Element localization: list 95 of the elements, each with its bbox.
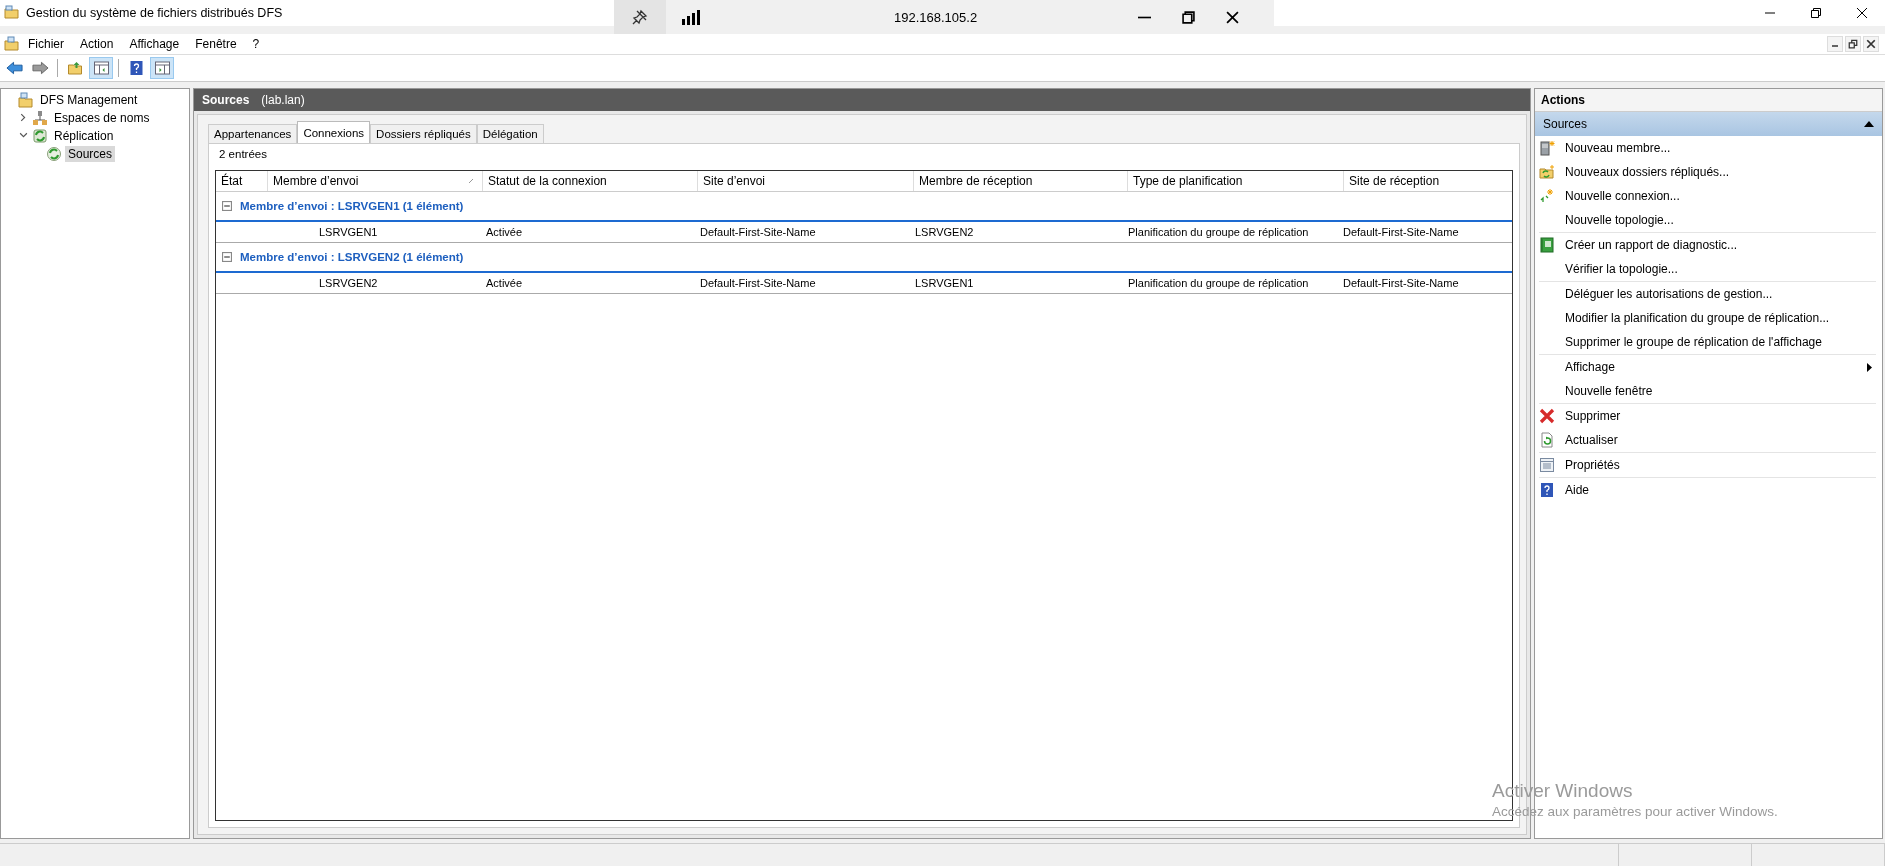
action-link[interactable]: Nouvelle fenêtre [1565,384,1653,398]
close-icon [1857,8,1867,18]
help-icon [1539,482,1555,498]
action-link[interactable]: Nouveaux dossiers répliqués... [1565,165,1730,179]
table-cell: Planification du groupe de réplication [1128,226,1309,238]
connection-star-icon [1539,188,1555,204]
column-header[interactable]: Statut de la connexion [483,171,698,191]
action-link[interactable]: Affichage [1565,360,1615,374]
pin-button[interactable] [614,0,666,34]
action-link[interactable]: Aide [1565,483,1590,497]
sync-circle-icon [46,146,62,162]
table-cell: Default-First-Site-Name [700,277,816,289]
entry-count: 2 entrées [218,148,268,162]
action-link[interactable]: Actualiser [1565,433,1618,447]
table-cell: Default-First-Site-Name [1343,277,1459,289]
tab[interactable]: Délégation [476,124,544,143]
restore-icon [1811,8,1821,18]
show-hide-action-pane-button[interactable] [150,57,174,79]
pin-icon [632,9,648,25]
delete-icon [1539,408,1555,424]
restore-button[interactable] [1845,36,1861,52]
collapse-icon[interactable] [222,252,232,262]
column-header[interactable]: Site d’envoi [698,171,914,191]
action-link[interactable]: Nouvelle connexion... [1565,189,1680,203]
collapse-icon [1864,121,1874,127]
menu-item[interactable]: Fichier [20,37,72,51]
menu-item[interactable]: Fenêtre [187,37,245,51]
action-link[interactable]: Vérifier la topologie... [1565,262,1678,276]
report-book-icon [1539,237,1555,253]
forward-arrow-icon [31,60,49,76]
action-link[interactable]: Créer un rapport de diagnostic... [1565,238,1738,252]
restore-icon [1181,10,1195,24]
group-header[interactable]: Membre d’envoi : LSRVGEN1 (1 élément) [240,200,464,212]
tab[interactable]: Appartenances [208,124,298,143]
server-tree-icon [32,110,48,126]
pane-title: Sources [202,93,250,107]
expand-icon[interactable] [19,113,28,122]
tree-item[interactable]: DFS Management [37,92,141,108]
table-cell: Activée [486,277,523,289]
collapse-icon[interactable] [19,131,28,140]
back-arrow-icon [5,60,23,76]
column-header[interactable]: Membre d’envoi [268,171,483,191]
folder-sync-icon [1539,164,1555,180]
tree-item[interactable]: Réplication [51,128,117,144]
table-cell: LSRVGEN2 [915,226,974,238]
column-header[interactable]: Type de planification [1128,171,1344,191]
table-cell: Default-First-Site-Name [700,226,816,238]
menu-item[interactable]: Affichage [121,37,188,51]
actions-section-header[interactable]: Sources [1535,112,1882,136]
minimize-icon [1832,45,1838,47]
close-icon [1866,39,1876,49]
restore-icon [1848,39,1858,49]
table-cell: LSRVGEN1 [915,277,974,289]
menu-item[interactable]: ? [244,37,268,51]
folder-up-icon [66,60,84,76]
pane-icon [153,60,171,76]
tab[interactable]: Dossiers répliqués [370,124,477,143]
column-header[interactable]: Site de réception [1344,171,1512,191]
action-link[interactable]: Supprimer le groupe de réplication de l'affichage [1565,335,1822,349]
refresh-icon [1539,432,1555,448]
pane-subtitle: (lab.lan) [261,93,305,107]
close-icon [1225,10,1239,24]
group-header[interactable]: Membre d’envoi : LSRVGEN2 (1 élément) [240,251,464,263]
minimize-button[interactable] [1827,36,1843,52]
close-button[interactable] [1863,36,1879,52]
action-link[interactable]: Déléguer les autorisations de gestion... [1565,287,1773,301]
actions-title: Actions [1535,89,1882,112]
table-cell: Default-First-Site-Name [1343,226,1459,238]
remote-address: 192.168.105.2 [894,9,978,25]
action-link[interactable]: Modifier la planification du groupe de réplication... [1565,311,1830,325]
action-link[interactable]: Nouveau membre... [1565,141,1671,155]
app-icon [4,36,20,52]
signal-icon [680,9,702,25]
column-header[interactable]: Membre de réception [914,171,1128,191]
window-title: Gestion du système de fichiers distribués DFS [26,6,283,20]
tab[interactable]: Connexions [297,121,371,143]
tree-item[interactable]: Sources [65,146,116,162]
server-icon [1539,140,1555,156]
folder-tree-icon [4,5,20,21]
column-header[interactable]: État [216,171,268,191]
action-link[interactable]: Propriétés [1565,458,1620,472]
action-link[interactable]: Supprimer [1565,409,1621,423]
menu-item[interactable]: Action [72,37,122,51]
table-cell: LSRVGEN1 [319,226,378,238]
properties-icon [1539,457,1555,473]
table-cell: Activée [486,226,523,238]
tree-item[interactable]: Espaces de noms [51,110,153,126]
table-cell: Planification du groupe de réplication [1128,277,1309,289]
folder-tree-icon [18,92,34,108]
pane-icon [92,60,110,76]
action-link[interactable]: Nouvelle topologie... [1565,213,1674,227]
show-hide-tree-button[interactable] [89,57,113,79]
collapse-icon[interactable] [222,201,232,211]
table-cell: LSRVGEN2 [319,277,378,289]
sync-arrows-icon [32,128,48,144]
